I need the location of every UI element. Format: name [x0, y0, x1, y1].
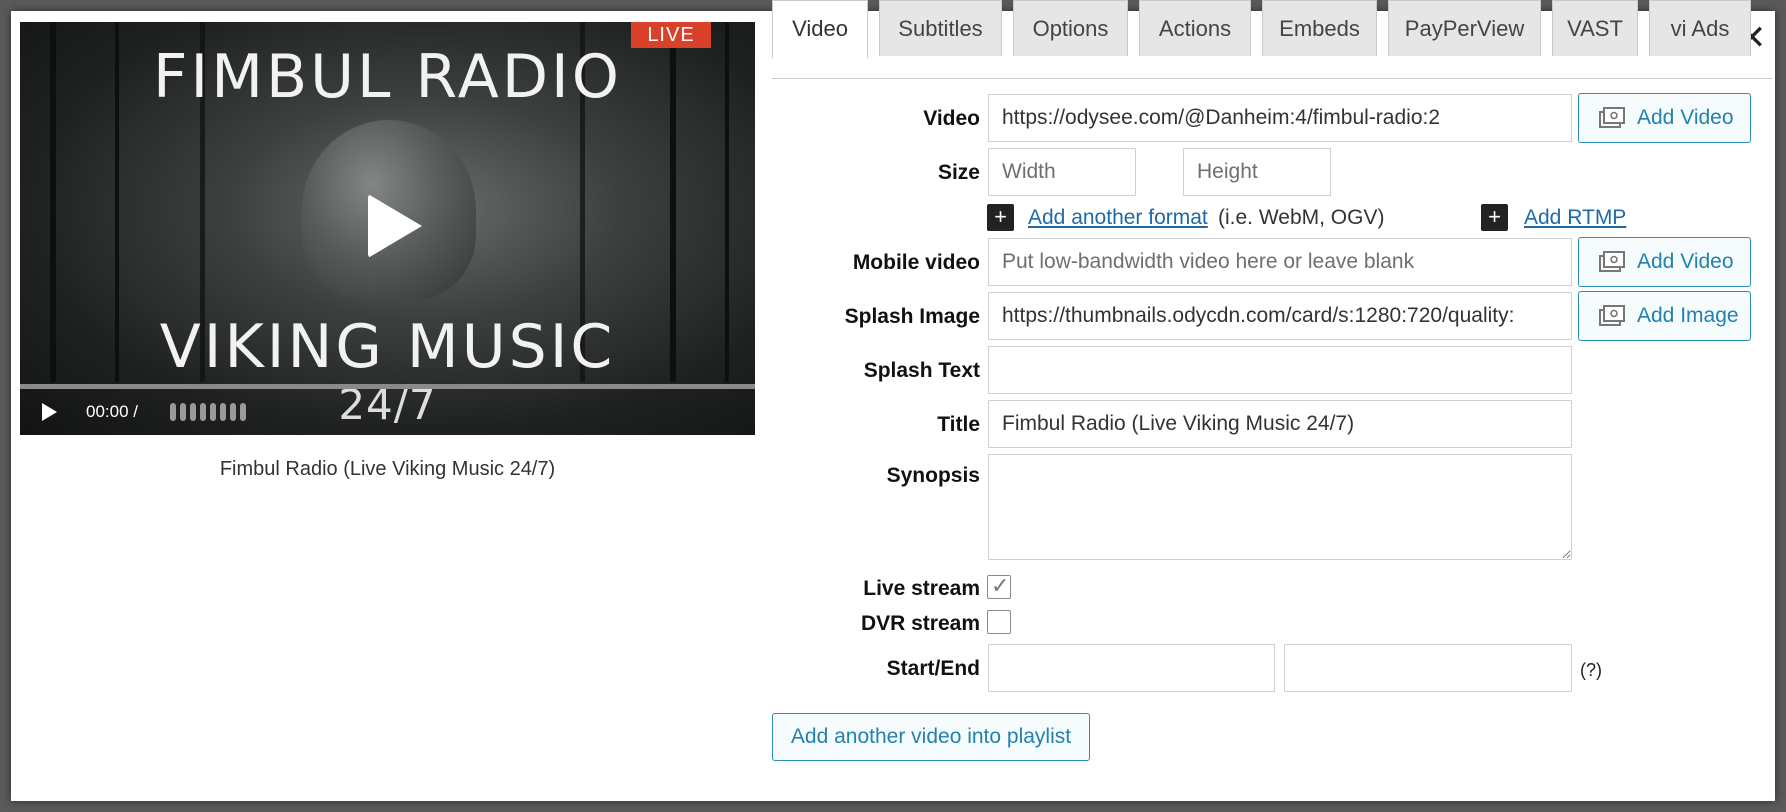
- tab-actions[interactable]: Actions: [1139, 0, 1251, 56]
- live-stream-label: Live stream: [863, 577, 980, 600]
- loading-bars: [170, 403, 246, 421]
- media-icon: [1599, 251, 1625, 273]
- video-preview[interactable]: FIMBUL RADIO VIKING MUSIC 24/7 LIVE 00:0…: [20, 22, 755, 435]
- end-time-input[interactable]: [1284, 644, 1572, 692]
- synopsis-textarea[interactable]: [988, 454, 1572, 560]
- video-url-input[interactable]: [988, 94, 1572, 142]
- height-input[interactable]: [1183, 148, 1331, 196]
- title-label: Title: [937, 413, 980, 436]
- check-icon: ✓: [991, 573, 1010, 598]
- tab-vast[interactable]: VAST: [1552, 0, 1638, 56]
- media-icon: [1599, 305, 1625, 327]
- mobile-video-input[interactable]: [988, 238, 1572, 286]
- add-video-button[interactable]: Add Video: [1578, 93, 1751, 143]
- plus-icon[interactable]: +: [1481, 204, 1508, 231]
- mobile-video-label: Mobile video: [852, 251, 980, 274]
- tab-subtitles[interactable]: Subtitles: [879, 0, 1002, 56]
- splash-image-input[interactable]: [988, 292, 1572, 340]
- media-icon: [1599, 107, 1625, 129]
- add-video-label: Add Video: [1637, 106, 1734, 129]
- play-icon[interactable]: [368, 194, 422, 258]
- preview-caption: Fimbul Radio (Live Viking Music 24/7): [219, 458, 556, 480]
- preview-title-line2: VIKING MUSIC: [159, 312, 616, 382]
- time-display: 00:00 /: [86, 402, 138, 421]
- dvr-stream-label: DVR stream: [860, 612, 980, 635]
- help-link[interactable]: (?): [1580, 660, 1602, 681]
- synopsis-label: Synopsis: [886, 464, 980, 487]
- tab-options[interactable]: Options: [1013, 0, 1128, 56]
- start-time-input[interactable]: [988, 644, 1275, 692]
- start-end-label: Start/End: [886, 657, 980, 680]
- tab-video[interactable]: Video: [772, 0, 868, 58]
- add-image-label: Add Image: [1637, 304, 1739, 327]
- add-rtmp-link[interactable]: Add RTMP: [1524, 206, 1626, 230]
- tab-embeds[interactable]: Embeds: [1262, 0, 1377, 56]
- live-badge: LIVE: [631, 22, 711, 48]
- plus-icon[interactable]: +: [987, 204, 1014, 231]
- tab-payperview[interactable]: PayPerView: [1388, 0, 1541, 56]
- video-label: Video: [923, 107, 980, 130]
- size-label: Size: [937, 161, 980, 184]
- play-small-icon[interactable]: [42, 403, 57, 421]
- progress-bar[interactable]: [20, 384, 755, 389]
- add-mobile-video-label: Add Video: [1637, 250, 1734, 273]
- width-input[interactable]: [988, 148, 1136, 196]
- preview-title-line1: FIMBUL RADIO: [153, 42, 622, 112]
- tab-vi-ads[interactable]: vi Ads: [1649, 0, 1751, 56]
- tabs-divider: [772, 78, 1772, 79]
- title-input[interactable]: [988, 400, 1572, 448]
- add-mobile-video-button[interactable]: Add Video: [1578, 237, 1751, 287]
- live-stream-checkbox[interactable]: ✓: [987, 573, 1011, 599]
- dvr-stream-checkbox[interactable]: [987, 610, 1011, 634]
- splash-text-input[interactable]: [988, 346, 1572, 394]
- splash-image-label: Splash Image: [844, 305, 980, 328]
- add-another-format-link[interactable]: Add another format: [1028, 206, 1208, 230]
- add-image-button[interactable]: Add Image: [1578, 291, 1751, 341]
- add-video-to-playlist-button[interactable]: Add another video into playlist: [772, 713, 1090, 761]
- format-hint: (i.e. WebM, OGV): [1218, 206, 1385, 229]
- splash-text-label: Splash Text: [863, 359, 980, 382]
